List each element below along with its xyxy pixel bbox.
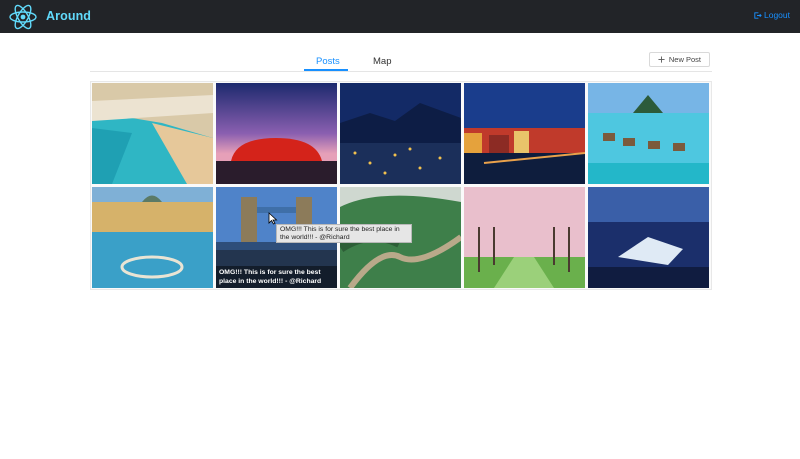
photo-tooltip: OMG!!! This is for sure the best place i… <box>276 224 412 243</box>
active-tab-indicator <box>304 69 348 71</box>
photo-thumbnail[interactable] <box>588 187 709 288</box>
photo-ice-shore <box>588 187 709 288</box>
react-atom-icon[interactable] <box>8 3 38 31</box>
tabs-bar: Posts Map New Post <box>90 50 712 72</box>
new-post-button[interactable]: New Post <box>648 52 710 67</box>
logout-button[interactable]: Logout <box>753 10 790 20</box>
app-title[interactable]: Around <box>46 9 91 23</box>
photo-nyhavn-night <box>464 83 585 184</box>
logout-icon <box>754 11 762 19</box>
tab-map[interactable]: Map <box>373 56 391 67</box>
logout-label: Logout <box>764 10 790 20</box>
photo-bora-bora <box>588 83 709 184</box>
photo-thumbnail[interactable] <box>588 83 709 184</box>
photo-uluru-sunset <box>216 83 337 184</box>
photo-thermal-bath <box>92 187 213 288</box>
photo-thumbnail[interactable] <box>340 83 461 184</box>
mouse-cursor-icon <box>268 212 278 225</box>
photo-thumbnail[interactable] <box>464 187 585 288</box>
photo-rio-night <box>340 83 461 184</box>
tab-posts[interactable]: Posts <box>316 56 340 67</box>
photo-gallery: OMG!!! This is for sure the best place i… <box>90 81 712 290</box>
top-header: Around Logout <box>0 0 800 33</box>
photo-caption: OMG!!! This is for sure the best place i… <box>216 266 337 288</box>
new-post-label: New Post <box>668 55 701 64</box>
photo-thumbnail[interactable] <box>464 83 585 184</box>
photo-beach-cliffs <box>92 83 213 184</box>
main-content: Posts Map New Post OMG!!! This is for su… <box>90 50 712 290</box>
photo-thumbnail[interactable] <box>216 83 337 184</box>
photo-thumbnail[interactable] <box>92 83 213 184</box>
photo-thumbnail[interactable] <box>92 187 213 288</box>
plus-icon <box>658 56 665 63</box>
photo-cherry-blossoms <box>464 187 585 288</box>
